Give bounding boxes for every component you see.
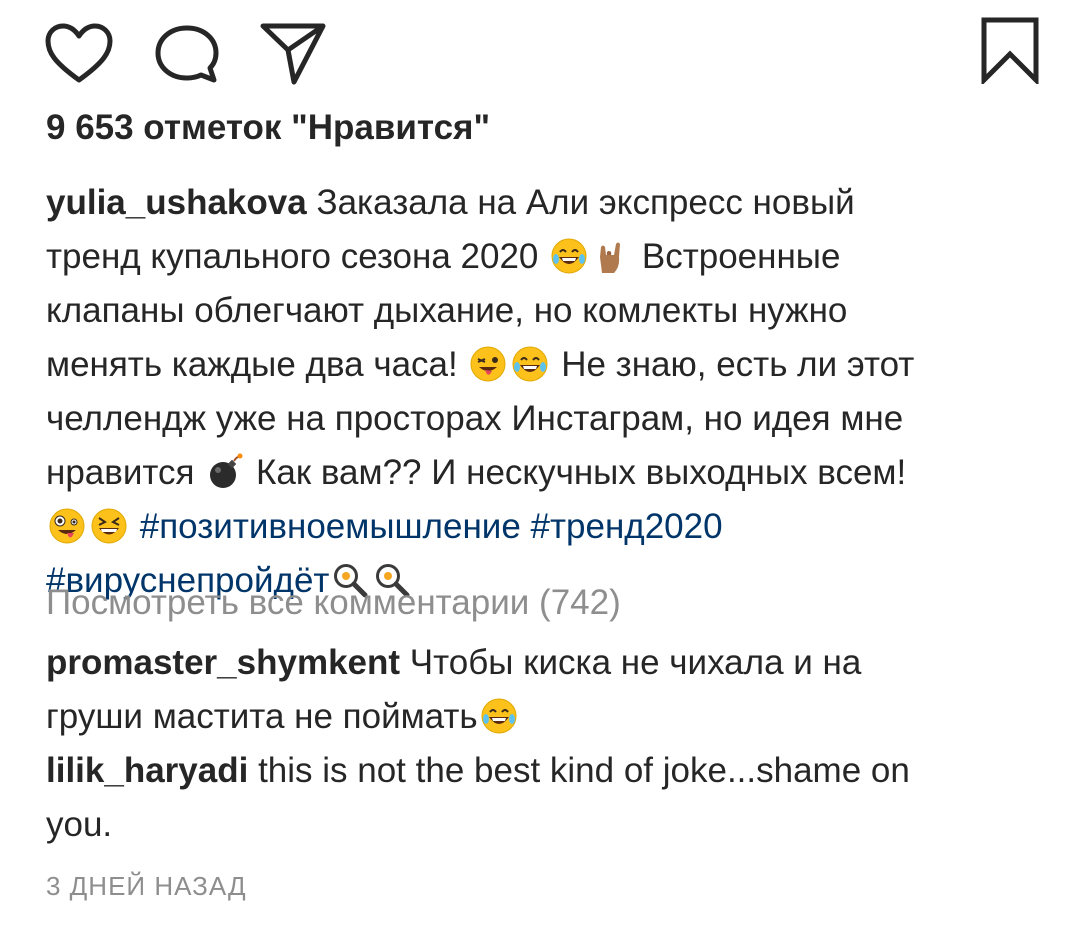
comment-username[interactable]: lilik_haryadi	[46, 751, 248, 790]
caption-line-7: #позитивноемышление #тренд2020	[46, 500, 1046, 554]
caption-line-2: тренд купального сезона 2020 Встроенные	[46, 230, 1046, 284]
caption-text: тренд купального сезона 2020	[46, 237, 539, 276]
bookmark-icon[interactable]	[978, 16, 1042, 84]
comment-text: груши мастита не поймать	[46, 697, 478, 736]
wink-tongue-emoji-icon	[470, 346, 507, 382]
post-caption: yulia_ushakova Заказала на Али экспресс …	[46, 176, 1046, 608]
post-action-bar	[0, 0, 1080, 100]
caption-line-4: менять каждые два часа! Не знаю, есть ли…	[46, 338, 1046, 392]
comment-line: promaster_shymkent Чтобы киска не чихала…	[46, 636, 1046, 690]
view-all-comments-link[interactable]: Посмотреть все комментарии (742)	[46, 576, 621, 630]
laugh-emoji-icon	[480, 698, 517, 734]
likes-count[interactable]: 9 653 отметок "Нравится"	[46, 104, 490, 152]
hashtag-link[interactable]: #тренд2020	[531, 507, 723, 546]
bomb-emoji-icon	[209, 453, 244, 489]
comment-username[interactable]: promaster_shymkent	[46, 643, 400, 682]
caption-text: менять каждые два часа!	[46, 345, 458, 384]
caption-text: Не знаю, есть ли этот	[561, 345, 915, 384]
heart-icon[interactable]	[44, 22, 114, 86]
comments-list: promaster_shymkent Чтобы киска не чихала…	[46, 636, 1046, 852]
comment-line: lilik_haryadi this is not the best kind …	[46, 744, 1046, 798]
laugh-emoji-icon	[551, 238, 588, 274]
post-timestamp: 3 ДНЕЙ НАЗАД	[46, 871, 247, 901]
laugh-emoji-icon	[512, 346, 549, 382]
horns-hand-emoji-icon	[600, 242, 621, 273]
comment-text: this is not the best kind of joke...sham…	[258, 751, 910, 790]
caption-line-6: нравится Как вам?? И нескучных выходных …	[46, 446, 1046, 500]
comment-text: Чтобы киска не чихала и на	[409, 643, 862, 682]
caption-username[interactable]: yulia_ushakova	[46, 183, 307, 222]
caption-text: челлендж уже на просторах Инстаграм, но …	[46, 399, 904, 438]
caption-text: Заказала на Али экспресс новый	[316, 183, 855, 222]
caption-line-1: yulia_ushakova Заказала на Али экспресс …	[46, 176, 1046, 230]
caption-line-5: челлендж уже на просторах Инстаграм, но …	[46, 392, 1046, 446]
send-icon[interactable]	[258, 20, 328, 86]
caption-text: Как вам?? И нескучных выходных всем!	[255, 453, 907, 492]
comment-line: груши мастита не поймать	[46, 690, 1046, 744]
hashtag-link[interactable]: #позитивноемышление	[140, 507, 521, 546]
comment-line: you.	[46, 798, 1046, 852]
crazy-emoji-icon	[49, 508, 85, 544]
caption-text: клапаны облегчают дыхание, но комлекты н…	[46, 291, 848, 330]
caption-line-3: клапаны облегчают дыхание, но комлекты н…	[46, 284, 1046, 338]
comment-icon[interactable]	[152, 22, 222, 86]
comment-text: you.	[46, 805, 113, 844]
caption-text: Встроенные	[641, 237, 841, 276]
caption-text: нравится	[46, 453, 195, 492]
squint-laugh-emoji-icon	[91, 508, 127, 544]
